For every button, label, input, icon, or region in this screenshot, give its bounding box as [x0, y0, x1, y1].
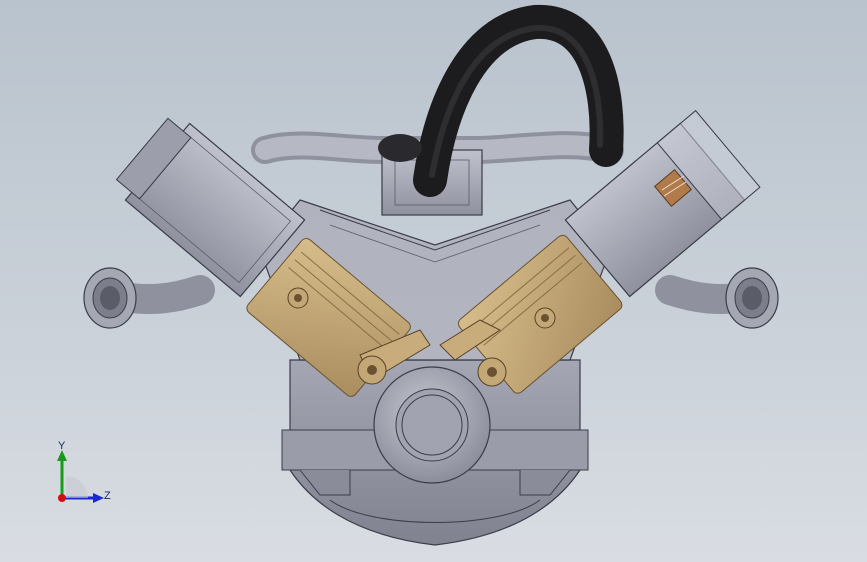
- crankshaft-hub[interactable]: [373, 366, 491, 484]
- left-exhaust-pipe[interactable]: [83, 267, 215, 329]
- reference-triad[interactable]: Y Z: [48, 440, 118, 510]
- triad-y-label: Y: [58, 440, 66, 452]
- triad-z-label: Z: [104, 490, 111, 502]
- graphics-viewport[interactable]: Y Z: [0, 0, 867, 562]
- right-exhaust-pipe[interactable]: [655, 267, 779, 329]
- engine-model[interactable]: [0, 0, 867, 562]
